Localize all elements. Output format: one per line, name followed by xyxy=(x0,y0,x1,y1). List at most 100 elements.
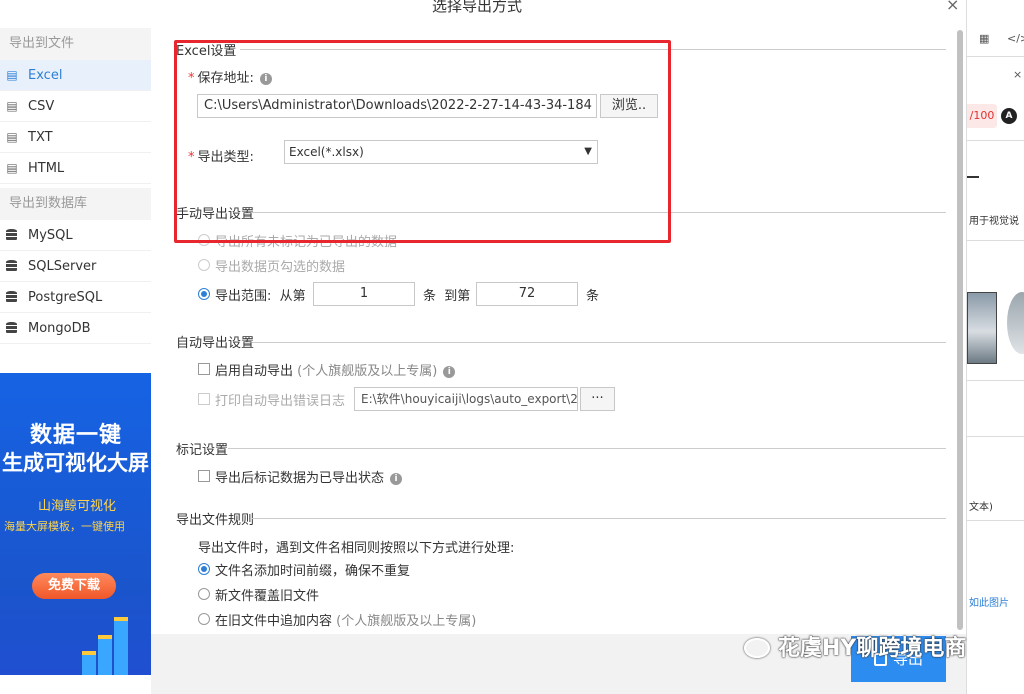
file-icon: ▤ xyxy=(6,67,18,82)
divider xyxy=(240,49,946,50)
thumbnail-image xyxy=(1007,292,1024,354)
select-value: Excel(*.xlsx) xyxy=(289,145,364,159)
label-text: 导出后标记数据为已导出状态 xyxy=(215,471,385,486)
bg-link[interactable]: 如此图片 xyxy=(969,594,1009,609)
nav-item-mysql[interactable]: MySQL xyxy=(0,220,151,251)
bg-text: 用于视觉说 xyxy=(969,216,1019,227)
wechat-icon xyxy=(744,638,770,658)
illustration-bar xyxy=(82,651,96,675)
file-icon: ▤ xyxy=(6,129,18,144)
nav-item-html[interactable]: ▤ HTML xyxy=(0,153,151,184)
illustration-bar xyxy=(114,617,128,675)
section-title-mark: 标记设置 xyxy=(176,443,229,458)
nav-item-txt[interactable]: ▤ TXT xyxy=(0,122,151,153)
unit-label: 条 xyxy=(586,289,600,304)
watermark: 花虞HY聊跨境电商 xyxy=(744,630,966,662)
info-icon[interactable]: i xyxy=(390,473,403,485)
log-path-input[interactable]: E:\软件\houyicaiji\logs\auto_export\22 xyxy=(354,387,578,411)
nav-item-excel[interactable]: ▤ Excel xyxy=(0,60,151,91)
radio-add-time-prefix[interactable] xyxy=(198,563,210,575)
database-icon xyxy=(6,229,17,241)
ad-subtitle: 海量大屏模板，一键使用 xyxy=(4,520,125,533)
label-text: 条 xyxy=(423,289,437,304)
label-text: 导出类型: xyxy=(197,150,254,165)
edition-note: (个人旗舰版及以上专属) xyxy=(297,364,438,379)
required-mark: * xyxy=(188,150,195,165)
log-browse-button[interactable]: ··· xyxy=(580,387,615,411)
divider xyxy=(228,448,946,449)
label-text: 导出范围: xyxy=(215,289,272,304)
ad-headline: 数据一键 xyxy=(30,423,123,448)
radio-label: 导出数据页勾选的数据 xyxy=(215,260,346,275)
bar-chart-illustration xyxy=(80,611,140,675)
rule-description: 导出文件时，遇到文件名相同则按照以下方式进行处理: xyxy=(198,541,515,556)
radio-label: 在旧文件中追加内容 (个人旗舰版及以上专属) xyxy=(215,610,476,629)
nav-item-label: PostgreSQL xyxy=(28,289,103,305)
close-icon[interactable]: × xyxy=(946,0,959,14)
checkbox-mark-exported[interactable] xyxy=(198,470,210,482)
radio-overwrite[interactable] xyxy=(198,588,210,600)
radio-export-unmarked[interactable] xyxy=(198,234,210,246)
radio-export-checked[interactable] xyxy=(198,259,210,271)
radio-label: 新文件覆盖旧文件 xyxy=(215,589,320,604)
divider xyxy=(967,56,1024,57)
nav-item-sqlserver[interactable]: SQLServer xyxy=(0,251,151,282)
score-badge: /100 xyxy=(967,104,997,128)
section-title-excel: Excel设置 xyxy=(176,44,237,59)
scrollbar-thumb[interactable] xyxy=(957,30,963,630)
divider xyxy=(252,212,946,213)
save-path-label: * 保存地址: i xyxy=(188,67,272,86)
database-icon xyxy=(6,260,17,272)
section-title-rule: 导出文件规则 xyxy=(176,513,255,528)
file-icon: ▤ xyxy=(6,98,18,113)
qr-code-icon: ▦ xyxy=(979,32,990,45)
checkbox-error-log[interactable] xyxy=(198,393,210,405)
range-from-input[interactable]: 1 xyxy=(313,282,415,306)
range-to-input[interactable]: 72 xyxy=(476,282,578,306)
dialog-titlebar: 选择导出方式 × xyxy=(0,0,966,16)
save-path-input[interactable]: C:\Users\Administrator\Downloads\2022-2-… xyxy=(197,94,597,118)
nav-item-postgresql[interactable]: PostgreSQL xyxy=(0,282,151,313)
nav-item-mongodb[interactable]: MongoDB xyxy=(0,313,151,344)
section-title-auto: 自动导出设置 xyxy=(176,336,255,351)
export-type-select[interactable]: Excel(*.xlsx) ▼ xyxy=(284,140,598,164)
radio-append[interactable] xyxy=(198,613,210,625)
checkbox-label: 打印自动导出错误日志 xyxy=(215,394,346,409)
nav-item-label: SQLServer xyxy=(28,258,97,274)
divider xyxy=(252,342,946,343)
divider xyxy=(252,518,946,519)
radio-label: 导出范围: 从第 xyxy=(215,285,306,304)
checkbox-label: 导出后标记数据为已导出状态 i xyxy=(215,467,403,486)
ad-subtitle: 山海鲸可视化 xyxy=(38,499,117,514)
radio-export-range[interactable] xyxy=(198,288,210,300)
scrollbar[interactable] xyxy=(956,30,964,630)
browse-button[interactable]: 浏览.. xyxy=(600,94,658,118)
divider xyxy=(967,176,979,178)
database-icon xyxy=(6,322,17,334)
divider xyxy=(967,380,1024,381)
section-title-manual: 手动导出设置 xyxy=(176,207,255,222)
ad-banner[interactable]: 数据一键 生成可视化大屏 山海鲸可视化 海量大屏模板，一键使用 免费下载 xyxy=(0,373,151,675)
dialog-title: 选择导出方式 xyxy=(432,0,523,15)
nav-item-label: MySQL xyxy=(28,227,73,243)
unit-label: 条 到第 xyxy=(423,285,470,304)
nav-item-label: TXT xyxy=(28,129,53,145)
export-settings-panel: Excel设置 * 保存地址: i C:\Users\Administrator\D… xyxy=(162,20,956,634)
nav-item-csv[interactable]: ▤ CSV xyxy=(0,91,151,122)
divider xyxy=(967,240,1024,241)
info-icon[interactable]: i xyxy=(259,73,272,85)
nav-group-database: 导出到数据库 xyxy=(0,188,151,220)
info-icon[interactable]: i xyxy=(443,366,456,378)
background-page: ▦ </> × /100 A 用于视觉说 文本) 如此图片 xyxy=(966,0,1024,694)
checkbox-enable-auto-export[interactable] xyxy=(198,363,210,375)
label-text: 在旧文件中追加内容 xyxy=(215,614,333,629)
label-text: 启用自动导出 xyxy=(215,364,294,379)
nav-item-label: CSV xyxy=(28,98,55,114)
edition-note: (个人旗舰版及以上专属) xyxy=(336,614,477,629)
divider xyxy=(967,520,1024,521)
radio-label: 导出所有未标记为已导出的数据 xyxy=(215,235,398,250)
file-icon: ▤ xyxy=(6,160,18,175)
label-text: 保存地址: xyxy=(197,71,254,86)
ad-download-button[interactable]: 免费下载 xyxy=(32,573,116,599)
close-icon: × xyxy=(1013,68,1023,81)
